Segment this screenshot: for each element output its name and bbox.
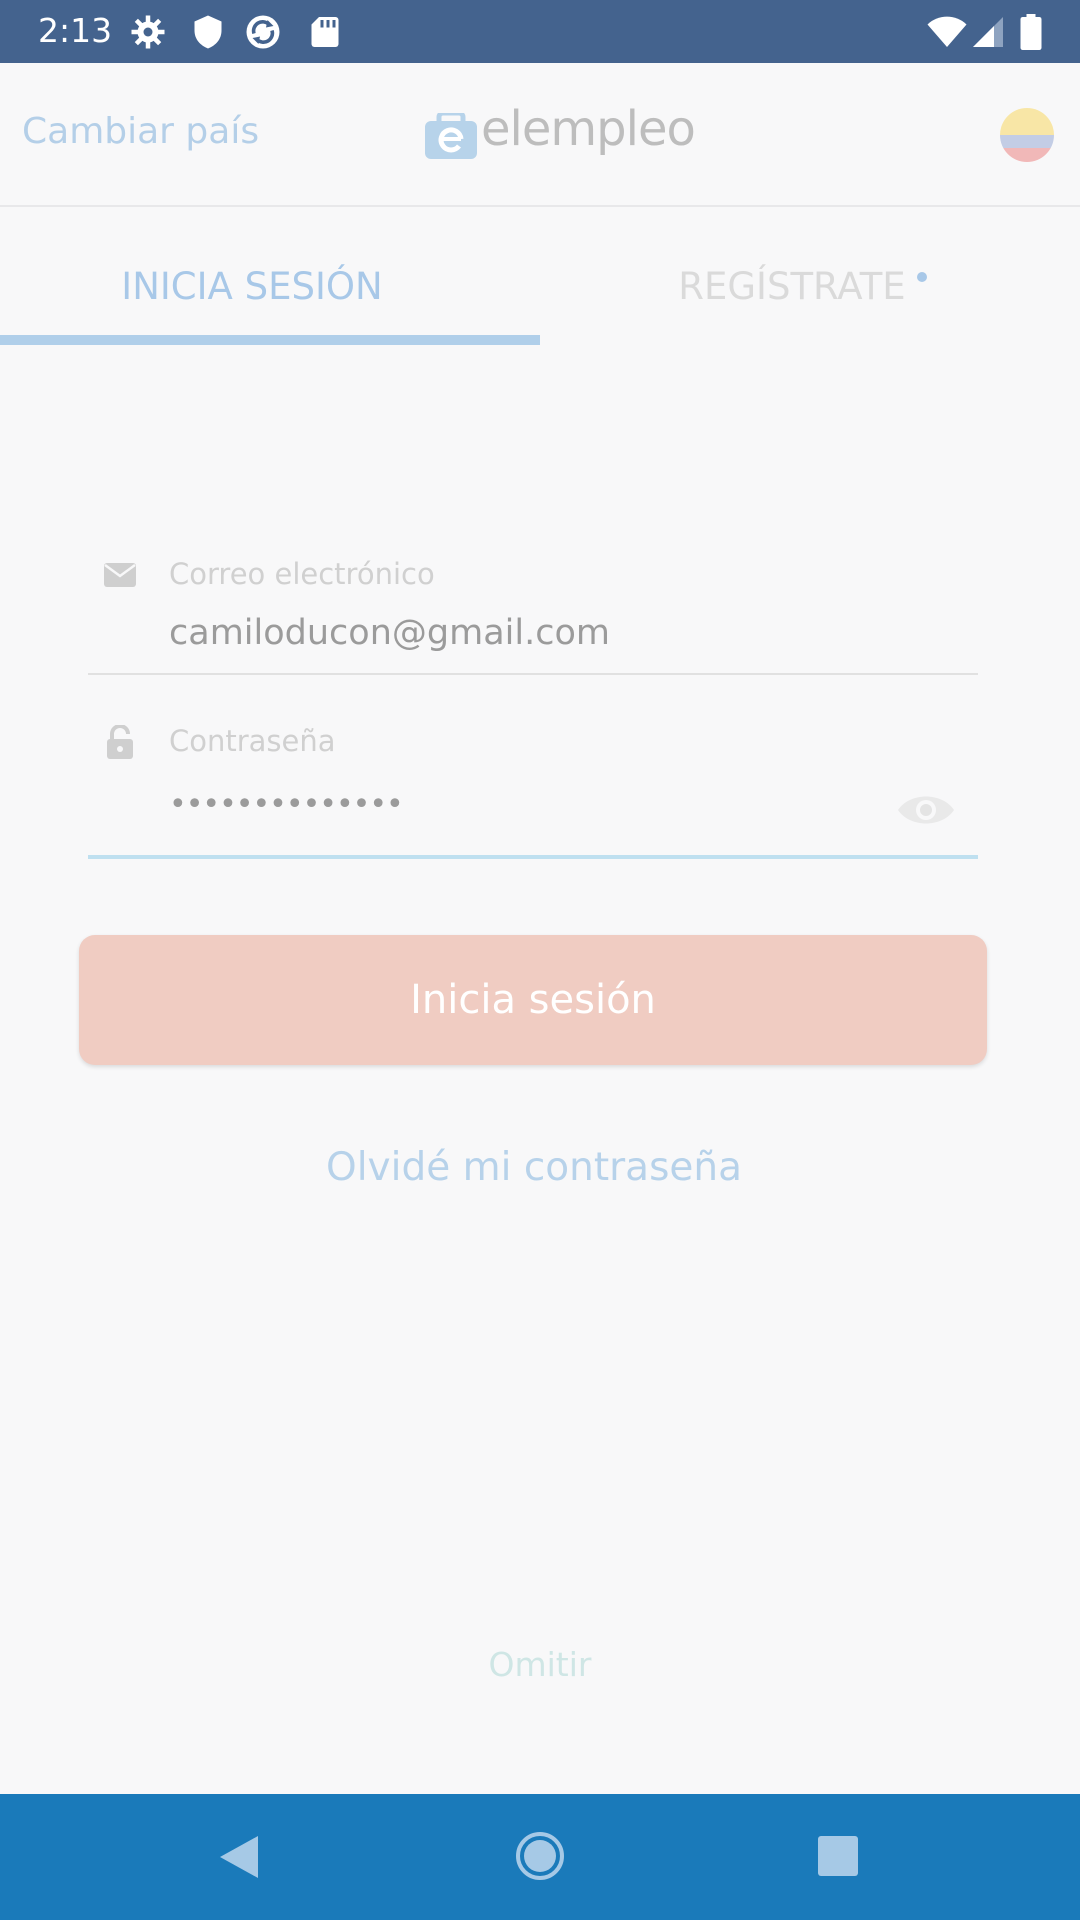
recents-icon[interactable] [818,1836,858,1876]
email-underline [88,673,978,675]
battery-icon [1020,14,1042,50]
tab-login-label: INICIA SESIÓN [121,265,383,308]
forgot-password-link[interactable]: Olvidé mi contraseña [0,1145,1068,1190]
tab-register-label: REGÍSTRATE [678,265,906,308]
logo-text: elempleo [481,101,696,157]
password-underline [88,855,978,859]
tab-register[interactable]: REGÍSTRATE [540,205,1080,345]
gear-icon [131,15,165,49]
lock-icon [107,725,133,759]
notification-dot [917,272,927,282]
email-label: Correo electrónico [169,557,435,591]
tab-login[interactable]: INICIA SESIÓN [0,205,540,345]
password-label: Contraseña [169,724,336,758]
colombia-flag-icon[interactable] [1000,108,1054,162]
password-input[interactable]: •••••••••••••• [169,787,404,822]
android-nav-bar [0,1794,1080,1920]
home-icon[interactable] [515,1831,565,1881]
app-header: Cambiar país elempleo [0,63,1080,207]
sync-icon [246,15,280,49]
sd-card-icon [311,17,339,47]
status-bar: 2:13 [0,0,1080,63]
email-input[interactable]: camiloducon@gmail.com [169,613,610,653]
back-icon[interactable] [218,1834,260,1880]
briefcase-logo-icon [425,113,477,159]
status-time: 2:13 [38,11,113,50]
envelope-icon [104,563,136,587]
wifi-icon [927,16,967,47]
eye-icon[interactable] [896,790,956,830]
email-field[interactable]: Correo electrónico camiloducon@gmail.com [88,545,980,675]
skip-link[interactable]: Omitir [0,1645,1080,1684]
login-button-label: Inicia sesión [410,977,656,1023]
password-field[interactable]: Contraseña •••••••••••••• [88,715,980,865]
login-button[interactable]: Inicia sesión [79,935,987,1065]
signal-icon [973,17,1003,47]
tab-active-indicator [0,335,540,345]
shield-icon [194,15,222,49]
change-country-link[interactable]: Cambiar país [22,111,259,152]
